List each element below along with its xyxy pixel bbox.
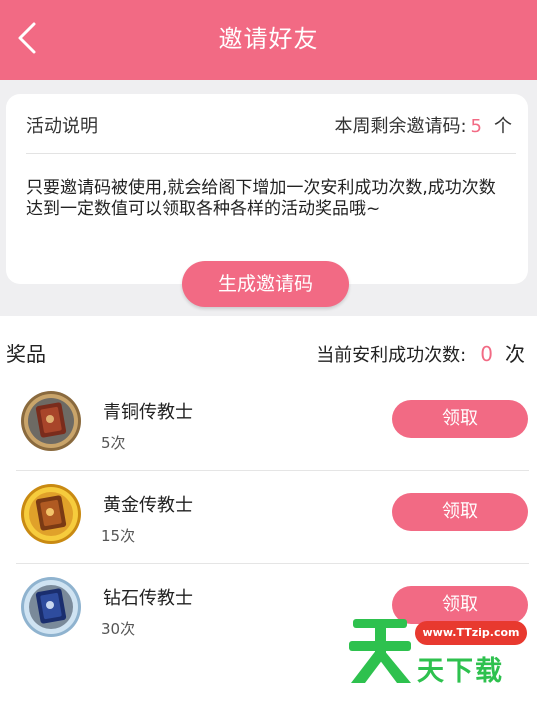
- remaining-unit: 个: [494, 116, 512, 137]
- prizes-title: 奖品: [6, 342, 46, 366]
- success-count-label: 当前安利成功次数:: [316, 345, 467, 366]
- page-title: 邀请好友: [218, 25, 319, 53]
- tian-logo: [349, 619, 411, 683]
- prize-requirement: 30次: [101, 620, 136, 638]
- generate-invite-button[interactable]: 生成邀请码: [182, 261, 349, 307]
- success-count: 当前安利成功次数: 0 次: [316, 338, 525, 367]
- watermark-text: 天下载: [417, 656, 504, 687]
- prize-requirement: 5次: [101, 434, 126, 452]
- activity-description: 只要邀请码被使用,就会给阁下增加一次安利成功次数,成功次数达到一定数值可以领取各…: [26, 178, 496, 219]
- prize-name: 青铜传教士: [103, 402, 193, 423]
- claim-button-gold[interactable]: 领取: [392, 493, 528, 531]
- success-count-value: 0: [480, 342, 493, 366]
- prize-requirement: 15次: [101, 527, 136, 545]
- remaining-count: 5: [470, 116, 482, 137]
- prize-name: 钻石传教士: [103, 588, 193, 609]
- card-divider: [26, 153, 516, 154]
- watermark: www.TTzip.com 天下载: [345, 613, 535, 687]
- bronze-medal-icon: [21, 391, 81, 451]
- prize-row-gold: 黄金传教士 15次 领取: [0, 471, 537, 564]
- success-count-unit: 次: [505, 342, 525, 366]
- activity-card: 活动说明 本周剩余邀请码: 5 个 只要邀请码被使用,就会给阁下增加一次安利成功次数…: [6, 94, 528, 284]
- prize-name: 黄金传教士: [103, 495, 193, 516]
- watermark-url: www.TTzip.com: [415, 621, 527, 645]
- activity-label: 活动说明: [26, 116, 98, 137]
- diamond-medal-icon: [21, 577, 81, 637]
- remaining-invites: 本周剩余邀请码: 5 个: [334, 112, 512, 138]
- remaining-label: 本周剩余邀请码:: [334, 116, 467, 137]
- header-bar: 邀请好友: [0, 0, 537, 80]
- claim-button-bronze[interactable]: 领取: [392, 400, 528, 438]
- gold-medal-icon: [21, 484, 81, 544]
- prize-row-bronze: 青铜传教士 5次 领取: [0, 378, 537, 471]
